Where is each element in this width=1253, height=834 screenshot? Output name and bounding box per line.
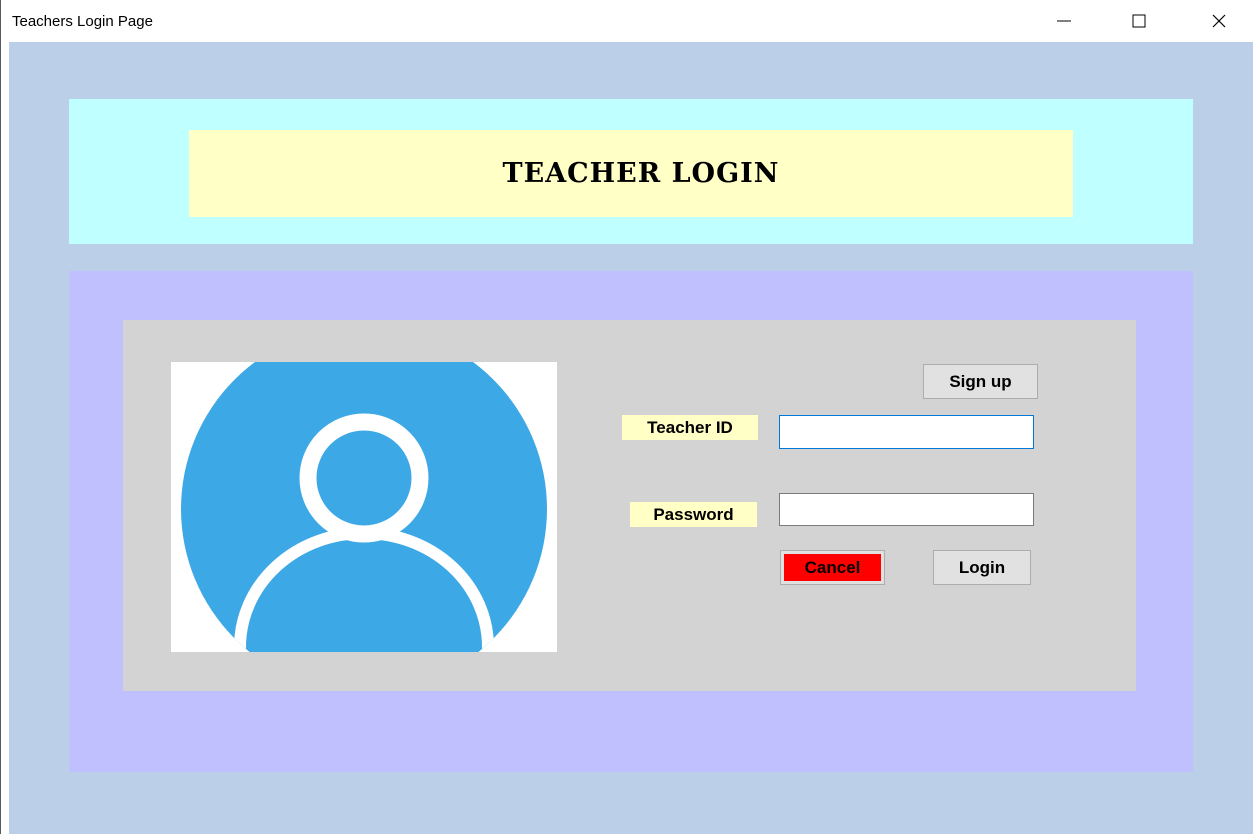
maximize-button[interactable]	[1116, 0, 1162, 42]
close-icon	[1212, 14, 1226, 28]
header-box: TEACHER LOGIN	[189, 130, 1073, 217]
signup-button[interactable]: Sign up	[923, 364, 1038, 399]
login-button[interactable]: Login	[933, 550, 1031, 585]
user-avatar-icon	[181, 362, 547, 652]
teacher-id-input[interactable]	[779, 415, 1034, 449]
password-input[interactable]	[779, 493, 1034, 526]
page-heading: TEACHER LOGIN	[502, 158, 780, 189]
title-bar[interactable]: Teachers Login Page	[1, 0, 1253, 42]
cancel-button[interactable]: Cancel	[780, 550, 885, 585]
minimize-icon	[1057, 20, 1071, 22]
minimize-button[interactable]	[1041, 0, 1087, 42]
cancel-button-label: Cancel	[784, 554, 881, 581]
password-label: Password	[630, 502, 757, 527]
login-window: Teachers Login Page TEACHER LOGIN Sign u…	[0, 0, 1253, 834]
maximize-icon	[1132, 14, 1146, 28]
close-button[interactable]	[1196, 0, 1242, 42]
avatar-image	[171, 362, 557, 652]
teacher-id-label: Teacher ID	[622, 415, 758, 440]
window-title: Teachers Login Page	[12, 13, 153, 30]
